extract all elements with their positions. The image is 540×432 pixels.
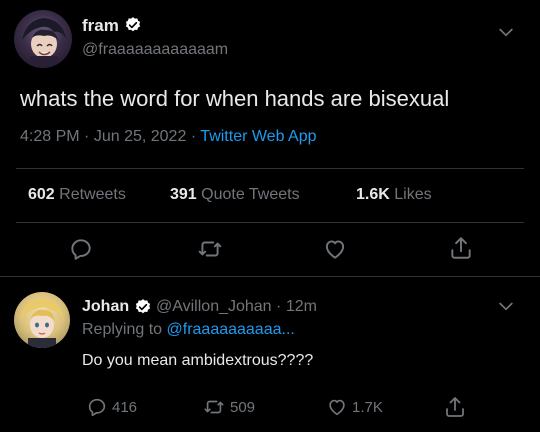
verified-badge-icon (134, 298, 152, 316)
stats-row: 602 Retweets (28, 186, 126, 204)
reply-action-retweet[interactable]: 509 (202, 396, 255, 418)
retweet-count: 509 (230, 398, 256, 416)
share-icon[interactable] (443, 394, 467, 420)
retweets-stat[interactable]: 602 Retweets (28, 186, 126, 203)
reply-author-name[interactable]: Johan (82, 298, 129, 315)
reply-action-like[interactable]: 1.7K (326, 396, 383, 418)
replying-to-handle[interactable]: @fraaaaaaaaaa... (167, 321, 295, 338)
replying-to: Replying to @fraaaaaaaaaa... (82, 321, 295, 339)
like-count: 1.7K (352, 398, 383, 416)
chevron-down-icon[interactable] (496, 296, 516, 316)
share-icon[interactable] (448, 234, 474, 262)
tweet-date[interactable]: Jun 25, 2022 (94, 128, 187, 145)
tweet-source[interactable]: Twitter Web App (200, 128, 316, 145)
retweet-icon[interactable] (196, 236, 224, 262)
divider (0, 276, 540, 277)
quote-label: Quote Tweets (201, 186, 300, 203)
chevron-down-icon[interactable] (496, 22, 516, 42)
reply-icon[interactable] (68, 236, 94, 262)
author-avatar[interactable] (14, 10, 72, 68)
reply-meta: @Avillon_Johan · 12m (156, 298, 317, 316)
reply-action-reply[interactable]: 416 (86, 396, 137, 418)
likes-stat[interactable]: 1.6K Likes (356, 186, 432, 204)
replying-to-label: Replying to (82, 321, 163, 338)
reply-text: Do you mean ambidextrous???? (82, 352, 314, 369)
heart-icon (326, 396, 348, 418)
author-handle[interactable]: @fraaaaaaaaaaaam (82, 41, 228, 59)
quote-stat[interactable]: 391 Quote Tweets (170, 186, 300, 204)
retweets-label: Retweets (59, 186, 126, 203)
retweet-icon (202, 396, 226, 418)
reply-count: 416 (112, 398, 138, 416)
divider (16, 168, 524, 169)
reply-author-avatar[interactable] (14, 292, 70, 348)
meta-separator: · (190, 128, 197, 145)
author-name[interactable]: fram (82, 16, 119, 36)
verified-badge-icon (124, 16, 142, 34)
meta-separator: · (84, 128, 90, 145)
reply-header: Johan (82, 298, 129, 316)
tweet-text: whats the word for when hands are bisexu… (20, 86, 450, 111)
divider (16, 222, 524, 223)
meta-separator: · (276, 298, 282, 315)
reply-time[interactable]: 12m (286, 298, 317, 315)
retweets-count: 602 (28, 186, 55, 203)
heart-icon[interactable] (322, 236, 348, 262)
reply-icon (86, 396, 108, 418)
tweet-time[interactable]: 4:28 PM (20, 128, 80, 145)
likes-label: Likes (394, 186, 432, 203)
reply-author-handle[interactable]: @Avillon_Johan (156, 298, 272, 315)
quote-count: 391 (170, 186, 197, 203)
likes-count: 1.6K (356, 186, 390, 203)
tweet-meta: 4:28 PM · Jun 25, 2022 · Twitter Web App (20, 128, 317, 146)
